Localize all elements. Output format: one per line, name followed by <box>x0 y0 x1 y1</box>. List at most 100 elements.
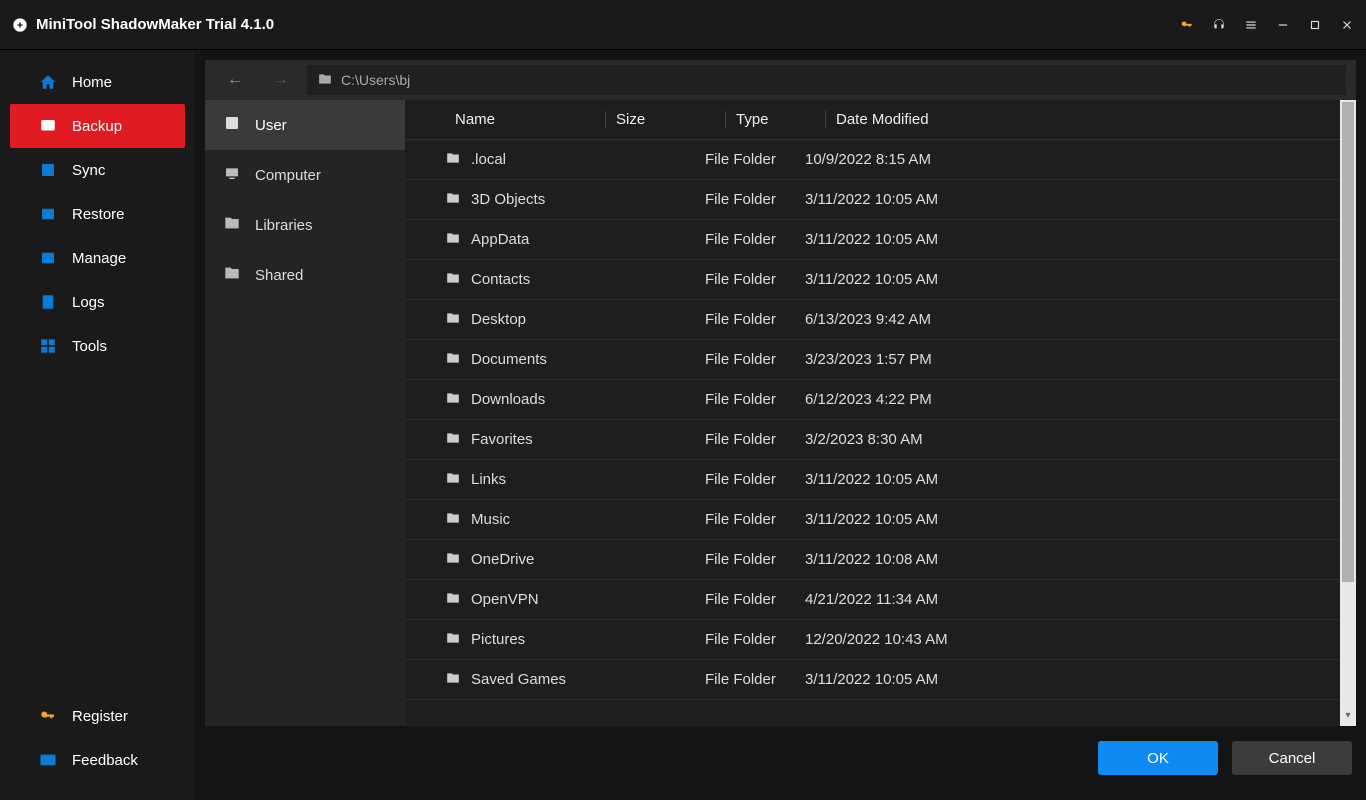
folder-icon <box>445 631 461 649</box>
manage-icon <box>38 249 58 267</box>
table-row[interactable]: .localFile Folder10/9/2022 8:15 AM <box>405 140 1340 180</box>
content-area: ← → C:\Users\bj User Computer Libraries Sha… <box>195 50 1366 800</box>
home-icon <box>38 73 58 91</box>
sidebar-item-label: Tools <box>72 338 107 355</box>
app-logo-icon <box>12 17 28 33</box>
scroll-thumb[interactable] <box>1342 102 1354 582</box>
table-row[interactable]: Links File Folder3/11/2022 10:05 AM <box>405 460 1340 500</box>
sidebar-item-backup[interactable]: Backup <box>10 104 185 148</box>
titlebar: MiniTool ShadowMaker Trial 4.1.0 <box>0 0 1366 50</box>
row-name: Documents <box>471 351 547 368</box>
cancel-button[interactable]: Cancel <box>1232 741 1352 775</box>
row-name: OneDrive <box>471 551 534 568</box>
folder-icon <box>445 471 461 489</box>
row-name: Links <box>471 471 506 488</box>
sidebar-item-logs[interactable]: Logs <box>0 280 195 324</box>
sidebar-item-sync[interactable]: Sync <box>0 148 195 192</box>
row-type: File Folder <box>705 631 805 648</box>
sidebar-item-label: Home <box>72 74 112 91</box>
scrollbar[interactable]: ▴ ▾ <box>1340 100 1356 726</box>
table-row[interactable]: Saved GamesFile Folder3/11/2022 10:05 AM <box>405 660 1340 700</box>
file-table: Name Size Type Date Modified .localFile … <box>405 100 1356 726</box>
path-bar: ← → C:\Users\bj <box>205 60 1356 100</box>
table-row[interactable]: OneDriveFile Folder3/11/2022 10:08 AM <box>405 540 1340 580</box>
libraries-icon <box>223 215 241 235</box>
table-row[interactable]: MusicFile Folder3/11/2022 10:05 AM <box>405 500 1340 540</box>
footer-item-register[interactable]: Register <box>0 694 195 738</box>
sidebar-item-home[interactable]: Home <box>0 60 195 104</box>
folder-icon <box>445 351 461 369</box>
table-row[interactable]: DocumentsFile Folder3/23/2023 1:57 PM <box>405 340 1340 380</box>
row-date: 3/11/2022 10:05 AM <box>805 511 1340 528</box>
nav-forward-button[interactable]: → <box>261 71 301 89</box>
folder-icon <box>445 431 461 449</box>
user-icon <box>223 115 241 135</box>
scroll-down-icon[interactable]: ▾ <box>1340 710 1356 726</box>
column-date[interactable]: Date Modified <box>825 111 1340 128</box>
register-icon[interactable] <box>1180 18 1194 32</box>
table-row[interactable]: PicturesFile Folder12/20/2022 10:43 AM <box>405 620 1340 660</box>
source-list: User Computer Libraries Shared <box>205 100 405 726</box>
table-row[interactable]: DesktopFile Folder6/13/2023 9:42 AM <box>405 300 1340 340</box>
row-type: File Folder <box>705 151 805 168</box>
row-type: File Folder <box>705 591 805 608</box>
sidebar-item-tools[interactable]: Tools <box>0 324 195 368</box>
headset-icon[interactable] <box>1212 18 1226 32</box>
path-input[interactable]: C:\Users\bj <box>307 65 1346 95</box>
column-size[interactable]: Size <box>605 111 725 128</box>
folder-icon <box>445 311 461 329</box>
sidebar-item-restore[interactable]: Restore <box>0 192 195 236</box>
source-item-label: Libraries <box>255 217 313 234</box>
folder-icon <box>445 231 461 249</box>
row-date: 3/11/2022 10:05 AM <box>805 271 1340 288</box>
row-date: 4/21/2022 11:34 AM <box>805 591 1340 608</box>
table-header: Name Size Type Date Modified <box>405 100 1340 140</box>
row-name: 3D Objects <box>471 191 545 208</box>
footer-item-feedback[interactable]: Feedback <box>0 738 195 782</box>
table-row[interactable]: ContactsFile Folder3/11/2022 10:05 AM <box>405 260 1340 300</box>
table-row[interactable]: Favorites File Folder3/2/2023 8:30 AM <box>405 420 1340 460</box>
table-row[interactable]: DownloadsFile Folder6/12/2023 4:22 PM <box>405 380 1340 420</box>
row-date: 3/11/2022 10:05 AM <box>805 471 1340 488</box>
folder-icon <box>445 151 461 169</box>
row-type: File Folder <box>705 311 805 328</box>
row-name: Saved Games <box>471 671 566 688</box>
source-item-user[interactable]: User <box>205 100 405 150</box>
maximize-button[interactable] <box>1308 18 1322 32</box>
folder-icon <box>445 671 461 689</box>
source-item-libraries[interactable]: Libraries <box>205 200 405 250</box>
backup-icon <box>38 117 58 135</box>
row-date: 10/9/2022 8:15 AM <box>805 151 1340 168</box>
minimize-button[interactable] <box>1276 18 1290 32</box>
sidebar-item-label: Restore <box>72 206 125 223</box>
row-name: Favorites <box>471 431 533 448</box>
row-name: AppData <box>471 231 529 248</box>
window-controls <box>1180 18 1354 32</box>
row-type: File Folder <box>705 431 805 448</box>
table-row[interactable]: 3D ObjectsFile Folder3/11/2022 10:05 AM <box>405 180 1340 220</box>
path-text: C:\Users\bj <box>341 72 410 88</box>
row-date: 3/2/2023 8:30 AM <box>805 431 1340 448</box>
mail-icon <box>38 751 58 769</box>
source-item-shared[interactable]: Shared <box>205 250 405 300</box>
row-type: File Folder <box>705 471 805 488</box>
menu-icon[interactable] <box>1244 18 1258 32</box>
table-row[interactable]: AppData File Folder3/11/2022 10:05 AM <box>405 220 1340 260</box>
row-type: File Folder <box>705 231 805 248</box>
folder-icon <box>445 271 461 289</box>
app-title: MiniTool ShadowMaker Trial 4.1.0 <box>36 16 1180 33</box>
row-date: 3/11/2022 10:05 AM <box>805 231 1340 248</box>
column-type[interactable]: Type <box>725 111 825 128</box>
sidebar-item-label: Sync <box>72 162 105 179</box>
row-name: Music <box>471 511 510 528</box>
sidebar-item-manage[interactable]: Manage <box>0 236 195 280</box>
ok-button[interactable]: OK <box>1098 741 1218 775</box>
table-row[interactable]: OpenVPNFile Folder4/21/2022 11:34 AM <box>405 580 1340 620</box>
close-button[interactable] <box>1340 18 1354 32</box>
folder-icon <box>445 591 461 609</box>
source-item-label: Computer <box>255 167 321 184</box>
sidebar-item-label: Backup <box>72 118 122 135</box>
nav-back-button[interactable]: ← <box>215 71 255 89</box>
source-item-computer[interactable]: Computer <box>205 150 405 200</box>
column-name[interactable]: Name <box>445 111 605 128</box>
